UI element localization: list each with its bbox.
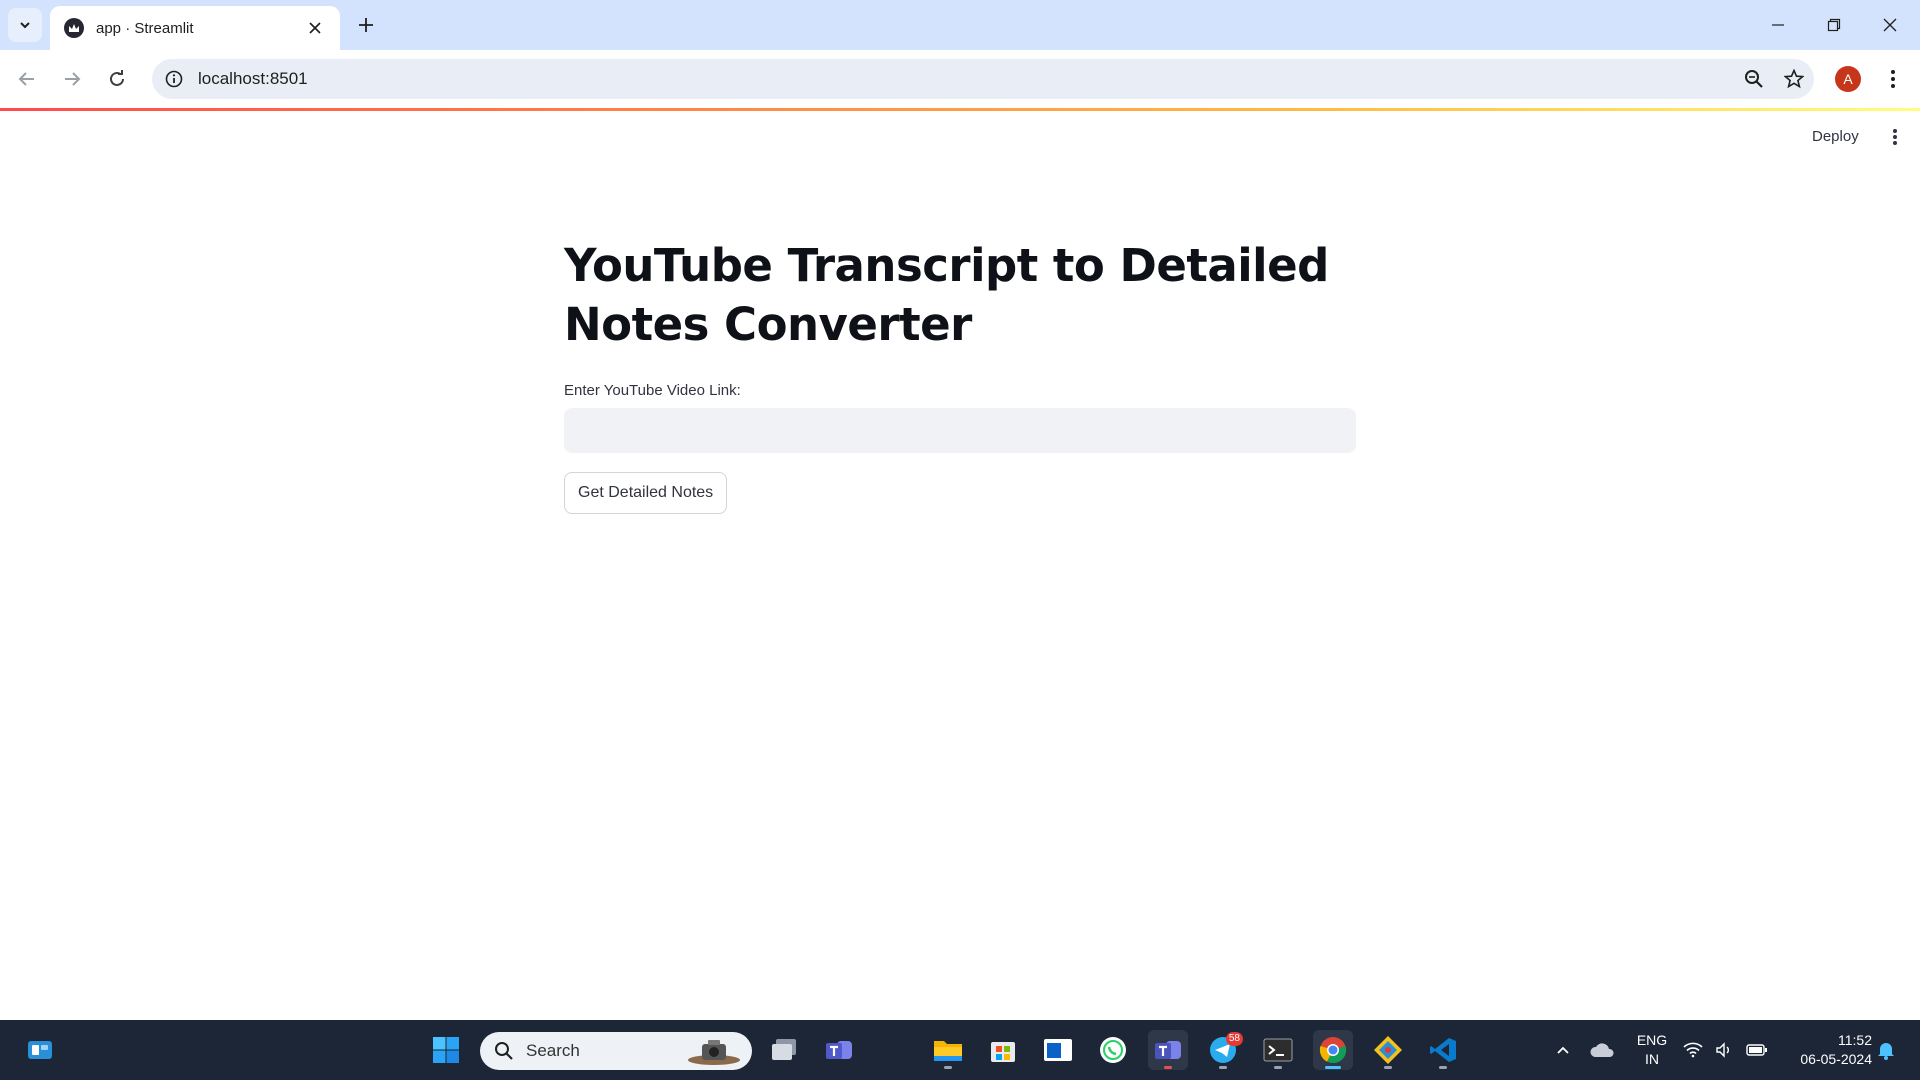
browser-tab[interactable]: app · Streamlit (50, 6, 340, 50)
streamlit-crown-icon (64, 18, 84, 38)
vscode-icon (1430, 1038, 1456, 1062)
search-icon (495, 1042, 513, 1060)
clock[interactable]: 11:52 06-05-2024 (1776, 1031, 1872, 1069)
windows-logo-icon (433, 1037, 459, 1063)
notifications-button[interactable] (1868, 1030, 1904, 1070)
running-indicator (1384, 1066, 1392, 1069)
battery-icon (1746, 1044, 1767, 1056)
chrome-icon (1319, 1037, 1347, 1064)
arrow-left-icon (18, 72, 34, 86)
teams-work-button[interactable] (1148, 1030, 1188, 1070)
profile-avatar[interactable]: A (1835, 66, 1861, 92)
speaker-icon (1716, 1042, 1729, 1058)
main-menu-button[interactable] (1882, 124, 1908, 150)
telegram-button[interactable]: 58 (1203, 1030, 1243, 1070)
zoom-icon[interactable] (1744, 69, 1764, 89)
main-content: YouTube Transcript to Detailed Notes Con… (564, 236, 1356, 514)
microsoft-store-button[interactable] (983, 1030, 1023, 1070)
bell-icon (1878, 1043, 1894, 1060)
get-detailed-notes-button[interactable]: Get Detailed Notes (564, 472, 728, 514)
cloud-icon (1590, 1043, 1614, 1057)
start-button[interactable] (426, 1030, 466, 1070)
running-indicator (1439, 1066, 1447, 1069)
more-vertical-icon (1893, 129, 1897, 145)
active-indicator (1325, 1066, 1341, 1069)
restore-button[interactable] (1806, 0, 1862, 50)
terminal-button[interactable] (1258, 1030, 1298, 1070)
clock-time: 11:52 (1838, 1032, 1872, 1048)
deploy-button[interactable]: Deploy (1806, 124, 1865, 149)
browser-tab-strip: app · Streamlit (0, 0, 1920, 50)
chrome-button[interactable] (1313, 1030, 1353, 1070)
forward-button[interactable] (55, 62, 89, 96)
language-indicator[interactable]: ENG IN (1628, 1031, 1676, 1069)
chevron-down-icon (20, 22, 30, 29)
terminal-icon (1263, 1038, 1293, 1062)
running-indicator (944, 1066, 952, 1069)
diamond-app-icon (1374, 1036, 1402, 1064)
teams-icon (826, 1041, 852, 1059)
app-button-blue[interactable] (1038, 1030, 1078, 1070)
show-hidden-icons-button[interactable] (1543, 1030, 1583, 1070)
battery-button[interactable] (1742, 1030, 1772, 1070)
site-info-icon[interactable] (164, 69, 184, 89)
search-highlight-image-icon (688, 1040, 740, 1065)
tab-close-icon[interactable] (304, 17, 326, 39)
git-tool-button[interactable] (1368, 1030, 1408, 1070)
video-link-label: Enter YouTube Video Link: (564, 382, 741, 399)
running-indicator (1164, 1066, 1172, 1069)
widgets-button[interactable] (20, 1030, 60, 1070)
wifi-icon (1683, 1042, 1703, 1058)
page-title: YouTube Transcript to Detailed Notes Con… (564, 239, 1329, 351)
task-view-button[interactable] (764, 1030, 804, 1070)
address-bar[interactable]: localhost:8501 (152, 59, 1814, 99)
new-tab-button[interactable] (352, 11, 380, 39)
taskbar-search-label: Search (526, 1041, 580, 1060)
video-link-input[interactable] (564, 408, 1356, 453)
window-app-icon (1044, 1039, 1072, 1061)
store-icon (991, 1042, 1015, 1062)
plus-icon (359, 18, 373, 32)
widgets-icon (28, 1041, 52, 1059)
back-button[interactable] (10, 62, 44, 96)
volume-button[interactable] (1710, 1030, 1740, 1070)
language-region: IN (1645, 1051, 1659, 1067)
telegram-badge: 58 (1225, 1032, 1243, 1046)
language-code: ENG (1636, 1032, 1668, 1048)
close-icon (1883, 18, 1897, 32)
folder-icon (934, 1041, 962, 1061)
task-view-icon (772, 1039, 796, 1060)
arrow-right-icon (65, 72, 81, 86)
minimize-icon (1772, 24, 1784, 26)
reload-icon (110, 70, 124, 86)
running-indicator (1274, 1066, 1282, 1069)
vscode-button[interactable] (1423, 1030, 1463, 1070)
taskbar-search[interactable]: Search (480, 1032, 752, 1070)
running-indicator (1219, 1066, 1227, 1069)
teams-icon (1155, 1041, 1181, 1059)
tab-search-button[interactable] (8, 8, 42, 42)
minimize-button[interactable] (1750, 0, 1806, 50)
more-vertical-icon (1891, 70, 1895, 88)
restore-icon (1827, 18, 1841, 32)
url-text[interactable]: localhost:8501 (198, 69, 308, 89)
wifi-button[interactable] (1678, 1030, 1708, 1070)
file-explorer-button[interactable] (928, 1030, 968, 1070)
chevron-up-icon (1557, 1046, 1569, 1054)
close-window-button[interactable] (1862, 0, 1918, 50)
whatsapp-icon (1100, 1037, 1126, 1063)
browser-menu-button[interactable] (1876, 62, 1910, 96)
whatsapp-button[interactable] (1093, 1030, 1133, 1070)
reload-button[interactable] (100, 62, 134, 96)
streamlit-decoration-bar (0, 108, 1920, 111)
tab-title: app · Streamlit (96, 19, 194, 37)
clock-date: 06-05-2024 (1800, 1051, 1872, 1067)
bookmark-star-icon[interactable] (1784, 69, 1804, 89)
onedrive-button[interactable] (1582, 1030, 1622, 1070)
teams-chat-button[interactable] (819, 1030, 859, 1070)
